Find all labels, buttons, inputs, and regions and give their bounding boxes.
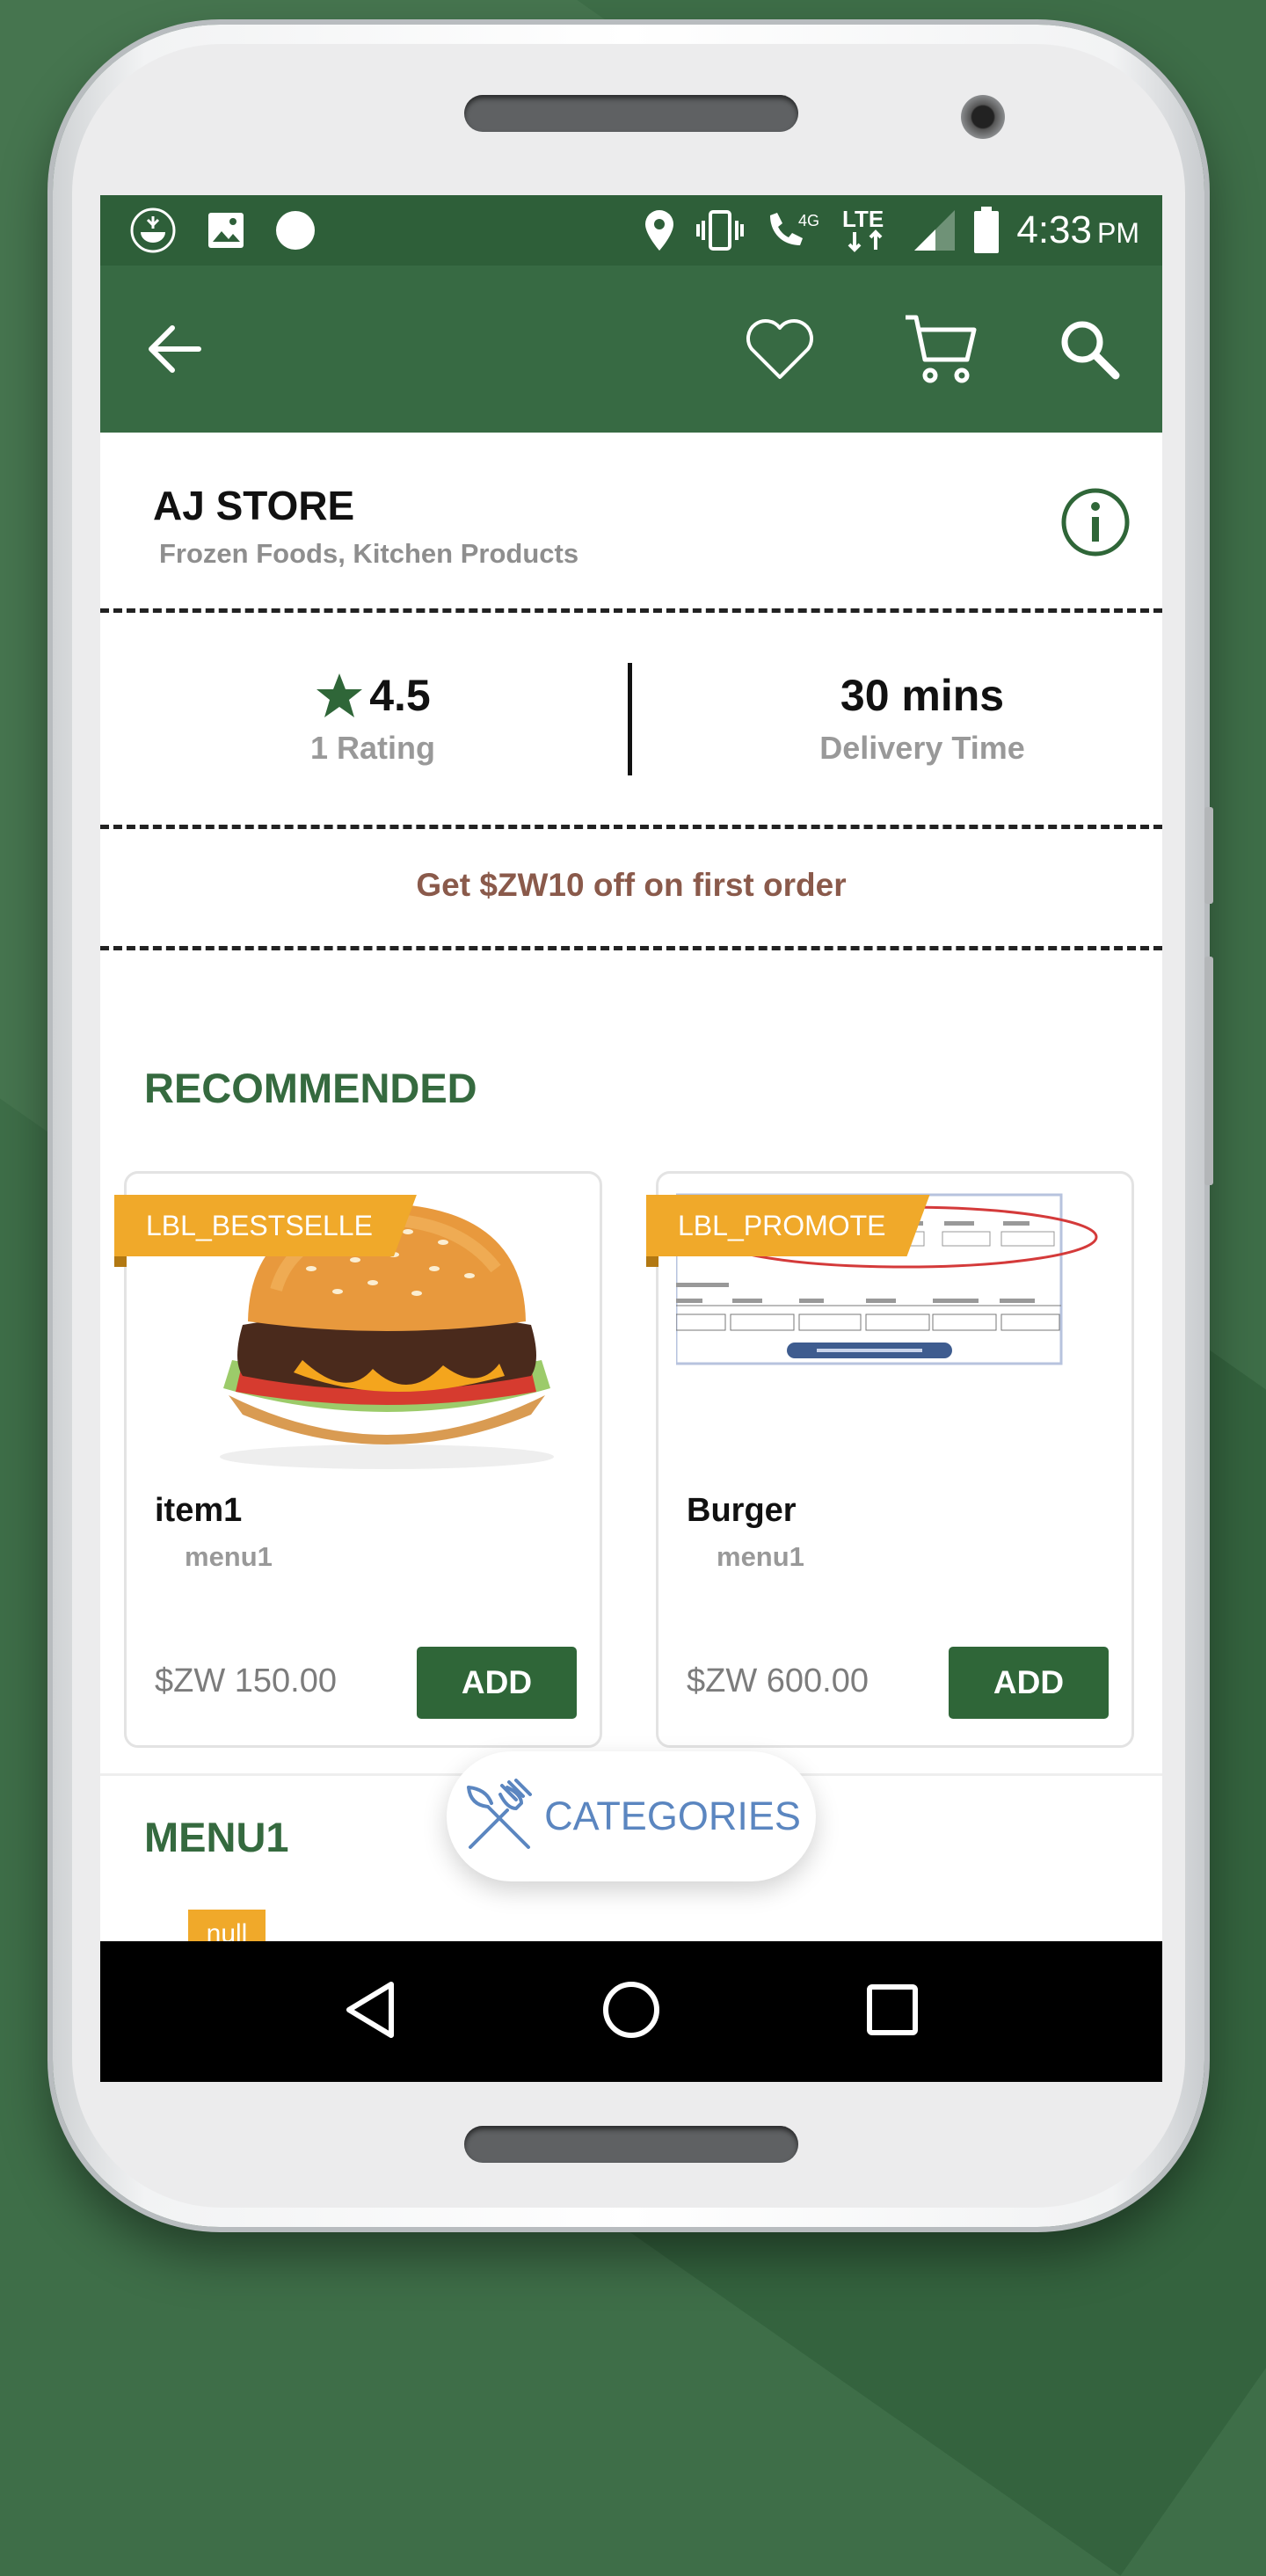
app-notification-icon — [128, 206, 178, 255]
product-price: $ZW 600.00 — [687, 1663, 869, 1699]
battery-icon — [972, 207, 1000, 254]
categories-label: CATEGORIES — [544, 1794, 801, 1838]
add-button[interactable]: ADD — [949, 1647, 1109, 1719]
nav-home-button[interactable] — [601, 1980, 661, 2044]
product-price: $ZW 150.00 — [155, 1663, 337, 1699]
arrow-back-icon — [149, 325, 201, 373]
status-bar: 4G LTE 4:33 PM — [100, 195, 1162, 266]
app-screen: 4G LTE 4:33 PM AJ STORE Frozen Foods, Ki… — [100, 195, 1162, 2082]
store-categories: Frozen Foods, Kitchen Products — [159, 538, 579, 569]
dot-icon — [274, 209, 316, 251]
rating-stat: 4.5 1 Rating — [232, 670, 513, 767]
search-button[interactable] — [1050, 309, 1129, 389]
stat-divider — [628, 663, 632, 775]
time-text: 4:33 — [1016, 208, 1092, 251]
ampm-text: PM — [1097, 217, 1139, 249]
status-time: 4:33 PM — [1016, 208, 1139, 252]
add-button[interactable]: ADD — [417, 1647, 577, 1719]
dashed-divider — [100, 946, 1162, 950]
nav-back-button[interactable] — [344, 1981, 397, 2043]
rating-value: 4.5 — [369, 671, 431, 720]
delivery-value: 30 mins — [840, 671, 1005, 720]
delivery-stat: 30 mins Delivery Time — [777, 670, 1067, 767]
favorite-button[interactable] — [740, 309, 819, 389]
nav-recents-icon — [867, 1983, 919, 2035]
back-button[interactable] — [134, 309, 213, 389]
signal-icon — [913, 208, 957, 252]
badge-promote: LBL_PROMOTE — [646, 1195, 930, 1256]
product-name: item1 — [155, 1492, 243, 1529]
ribbon-fold — [646, 1256, 658, 1267]
dashed-divider — [100, 825, 1162, 829]
categories-button[interactable]: CATEGORIES — [447, 1751, 816, 1881]
product-menu: menu1 — [717, 1541, 804, 1572]
image-icon — [206, 210, 246, 251]
volume-button — [1204, 807, 1213, 904]
product-card[interactable]: LBL_PROMOTE Burger menu1 $ZW 600.00 ADD — [646, 1171, 1134, 1748]
delivery-label: Delivery Time — [819, 730, 1025, 766]
vibrate-icon — [693, 208, 747, 252]
nav-home-icon — [602, 1981, 659, 2038]
section-title-recommended: RECOMMENDED — [144, 1065, 477, 1111]
product-menu: menu1 — [185, 1541, 273, 1572]
search-icon — [1061, 321, 1120, 380]
star-icon — [316, 673, 363, 717]
cart-button[interactable] — [900, 309, 979, 389]
wifi-calling-icon: 4G — [763, 208, 825, 252]
fork-knife-icon — [467, 1779, 533, 1849]
cart-icon — [906, 315, 977, 383]
svg-text:LTE: LTE — [842, 206, 884, 232]
nav-recents-button[interactable] — [866, 1983, 919, 2041]
product-card[interactable]: LBL_BESTSELLE item1 menu1 $ZW 150.00 ADD — [114, 1171, 602, 1748]
system-navigation-bar — [100, 1941, 1162, 2082]
earpiece-speaker — [464, 95, 798, 132]
badge-bestseller: LBL_BESTSELLE — [114, 1195, 417, 1256]
info-icon — [1061, 488, 1130, 557]
lte-icon: LTE — [840, 206, 897, 255]
app-bar — [100, 266, 1162, 433]
power-button — [1204, 957, 1213, 1185]
location-icon — [642, 208, 677, 252]
store-info-button[interactable] — [1060, 487, 1131, 557]
offer-text: Get $ZW10 off on first order — [416, 867, 847, 903]
front-camera — [961, 95, 1005, 139]
ribbon-fold — [114, 1256, 127, 1267]
store-name: AJ STORE — [153, 483, 355, 528]
heart-icon — [746, 319, 813, 379]
rating-label: 1 Rating — [309, 730, 435, 766]
bottom-speaker — [464, 2126, 798, 2163]
product-name: Burger — [687, 1492, 797, 1529]
dashed-divider — [100, 608, 1162, 613]
nav-back-icon — [346, 1981, 394, 2038]
section-title-menu1: MENU1 — [144, 1814, 289, 1860]
svg-text:4G: 4G — [798, 212, 819, 229]
